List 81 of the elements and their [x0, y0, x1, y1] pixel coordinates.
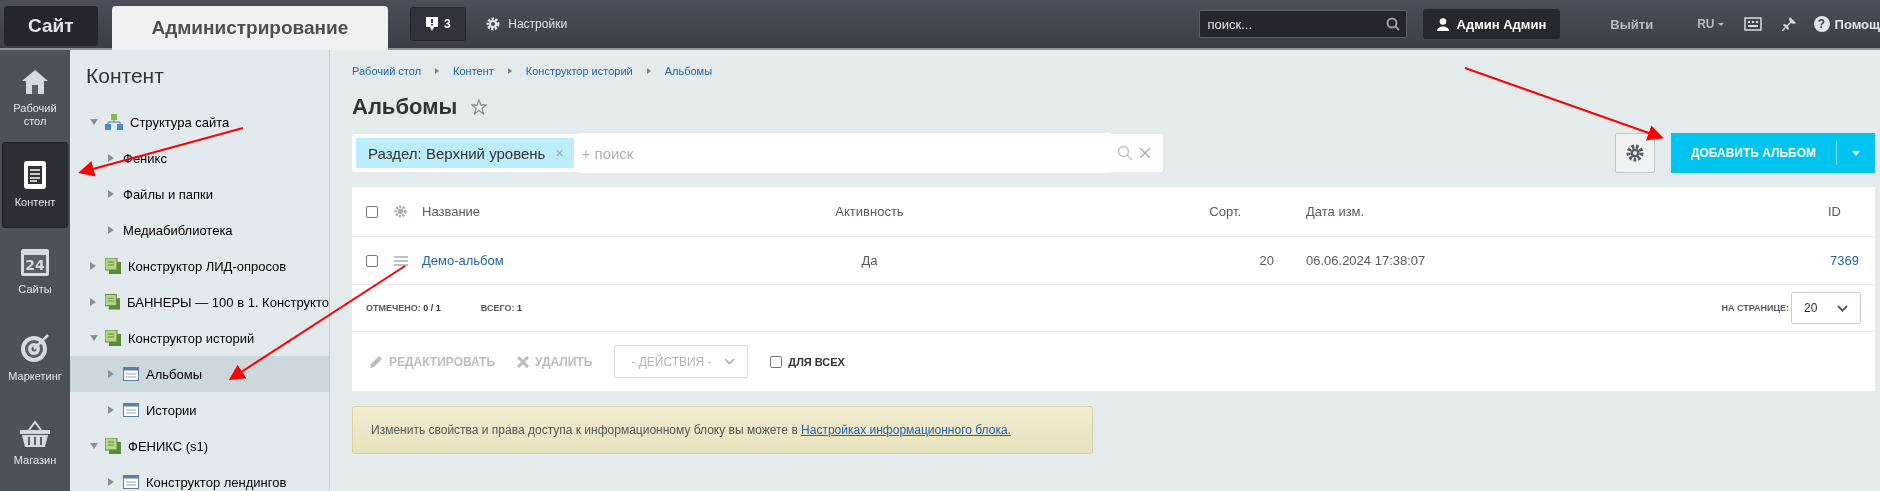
- column-header[interactable]: Название: [422, 204, 817, 219]
- nav-item[interactable]: Магазин: [2, 402, 68, 486]
- top-tab[interactable]: Администрирование: [111, 6, 389, 50]
- panel-title: Контент: [85, 64, 165, 89]
- album-name-link[interactable]: Демо-альбом: [422, 253, 504, 268]
- language-selector[interactable]: RU: [1697, 17, 1724, 31]
- list-window-icon: [123, 367, 139, 381]
- table-cell-text: 20: [1258, 253, 1274, 268]
- tree-item[interactable]: Конструктор ЛИД-опросов: [70, 248, 329, 284]
- table-cell-text: 06.06.2024 17:38:07: [1305, 253, 1427, 268]
- column-header[interactable]: Дата изм.: [1274, 204, 1761, 219]
- for-all-label: ДЛЯ ВСЕХ: [788, 355, 845, 368]
- row-checkbox[interactable]: [366, 254, 378, 267]
- tree-item[interactable]: Истории: [70, 392, 329, 428]
- chevron-down-icon: [1837, 304, 1848, 312]
- nav-item[interactable]: Контент: [2, 142, 68, 228]
- per-page-select[interactable]: 20: [1791, 292, 1861, 324]
- breadcrumb-link[interactable]: Контент: [453, 65, 494, 77]
- tree-item[interactable]: Конструктор лендингов: [70, 464, 329, 491]
- breadcrumb-link[interactable]: Конструктор историй: [525, 65, 633, 77]
- home-icon: [20, 67, 50, 96]
- info-message: Изменить свойства и права доступа к информационному блоку вы можете в Настройках информационного блока.: [352, 406, 1093, 454]
- tree-item[interactable]: Альбомы: [70, 356, 329, 392]
- pin-icon[interactable]: [1781, 17, 1796, 31]
- selected-count: ОТМЕЧЕНО: 0 / 1: [366, 303, 441, 313]
- nav-item[interactable]: 24 Сайты: [2, 230, 68, 314]
- filter-tag[interactable]: Раздел: Верхний уровень ×: [356, 138, 574, 168]
- gear-icon: [486, 17, 501, 31]
- list-window-icon: [123, 475, 139, 489]
- breadcrumb-link[interactable]: Рабочий стол: [352, 65, 422, 77]
- calendar-icon: 24: [20, 247, 50, 278]
- sitemap-icon: [105, 114, 123, 130]
- chevron-down-icon: [724, 358, 736, 365]
- tree-item[interactable]: Структура сайта: [70, 104, 329, 140]
- nav-item[interactable]: Маркетинг: [2, 316, 68, 400]
- star-icon[interactable]: [471, 99, 488, 115]
- nav-item[interactable]: Рабочий стол: [2, 56, 68, 140]
- user-icon: [1436, 17, 1449, 31]
- filter-search-field[interactable]: + поиск: [579, 133, 1111, 173]
- stack-icon: [105, 330, 121, 346]
- help-icon: ?: [1813, 16, 1830, 32]
- select-all-checkbox[interactable]: [366, 205, 378, 218]
- tree-item[interactable]: Файлы и папки: [70, 176, 329, 212]
- logout-link[interactable]: Выйти: [1610, 16, 1654, 32]
- settings-link[interactable]: Настройки: [486, 17, 568, 31]
- stack-icon: [105, 258, 121, 274]
- notification-icon: [425, 17, 438, 31]
- keyboard-icon[interactable]: [1743, 17, 1762, 31]
- document-icon: [23, 160, 47, 191]
- pencil-icon: [370, 355, 383, 368]
- tree-item[interactable]: Медиабиблиотека: [70, 212, 329, 248]
- settings-button[interactable]: [1615, 133, 1655, 173]
- column-header[interactable]: Активность: [817, 204, 922, 219]
- top-tab[interactable]: Сайт: [4, 6, 98, 46]
- list-window-icon: [123, 403, 139, 417]
- table-cell-text: Да: [860, 253, 879, 268]
- cross-icon: [517, 355, 530, 368]
- settings-link[interactable]: Настройках информационного блока.: [801, 423, 1011, 437]
- basket-icon: [19, 420, 51, 449]
- column-header[interactable]: Сорт.: [922, 204, 1274, 219]
- tree-item[interactable]: БАННЕРЫ — 100 в 1. Конструкто: [70, 284, 329, 320]
- notifications-button[interactable]: 3: [410, 7, 467, 41]
- settings-icon: [1626, 144, 1644, 162]
- page-title: Альбомы: [352, 94, 458, 120]
- for-all-checkbox[interactable]: [770, 355, 783, 368]
- tree-item[interactable]: ФЕНИКС (s1): [70, 428, 329, 464]
- breadcrumb-link[interactable]: Альбомы: [664, 65, 713, 77]
- column-header[interactable]: ID: [1761, 204, 1841, 219]
- search-icon: [1385, 17, 1400, 31]
- search-icon: [1117, 145, 1133, 161]
- filter-field[interactable]: Раздел: Верхний уровень × + поиск: [352, 134, 1163, 172]
- stack-icon: [105, 294, 121, 310]
- tree-item[interactable]: Конструктор историй: [70, 320, 329, 356]
- per-page-label: НА СТРАНИЦЕ:: [1721, 303, 1789, 313]
- total-count: ВСЕГО: 1: [480, 303, 523, 313]
- target-icon: [19, 332, 51, 365]
- stack-icon: [105, 438, 121, 454]
- help-link[interactable]: ? Помощ: [1813, 16, 1880, 32]
- user-button[interactable]: Админ Админ: [1422, 9, 1561, 39]
- drag-handle-icon[interactable]: [394, 255, 408, 266]
- id-link[interactable]: 7369: [1830, 253, 1859, 268]
